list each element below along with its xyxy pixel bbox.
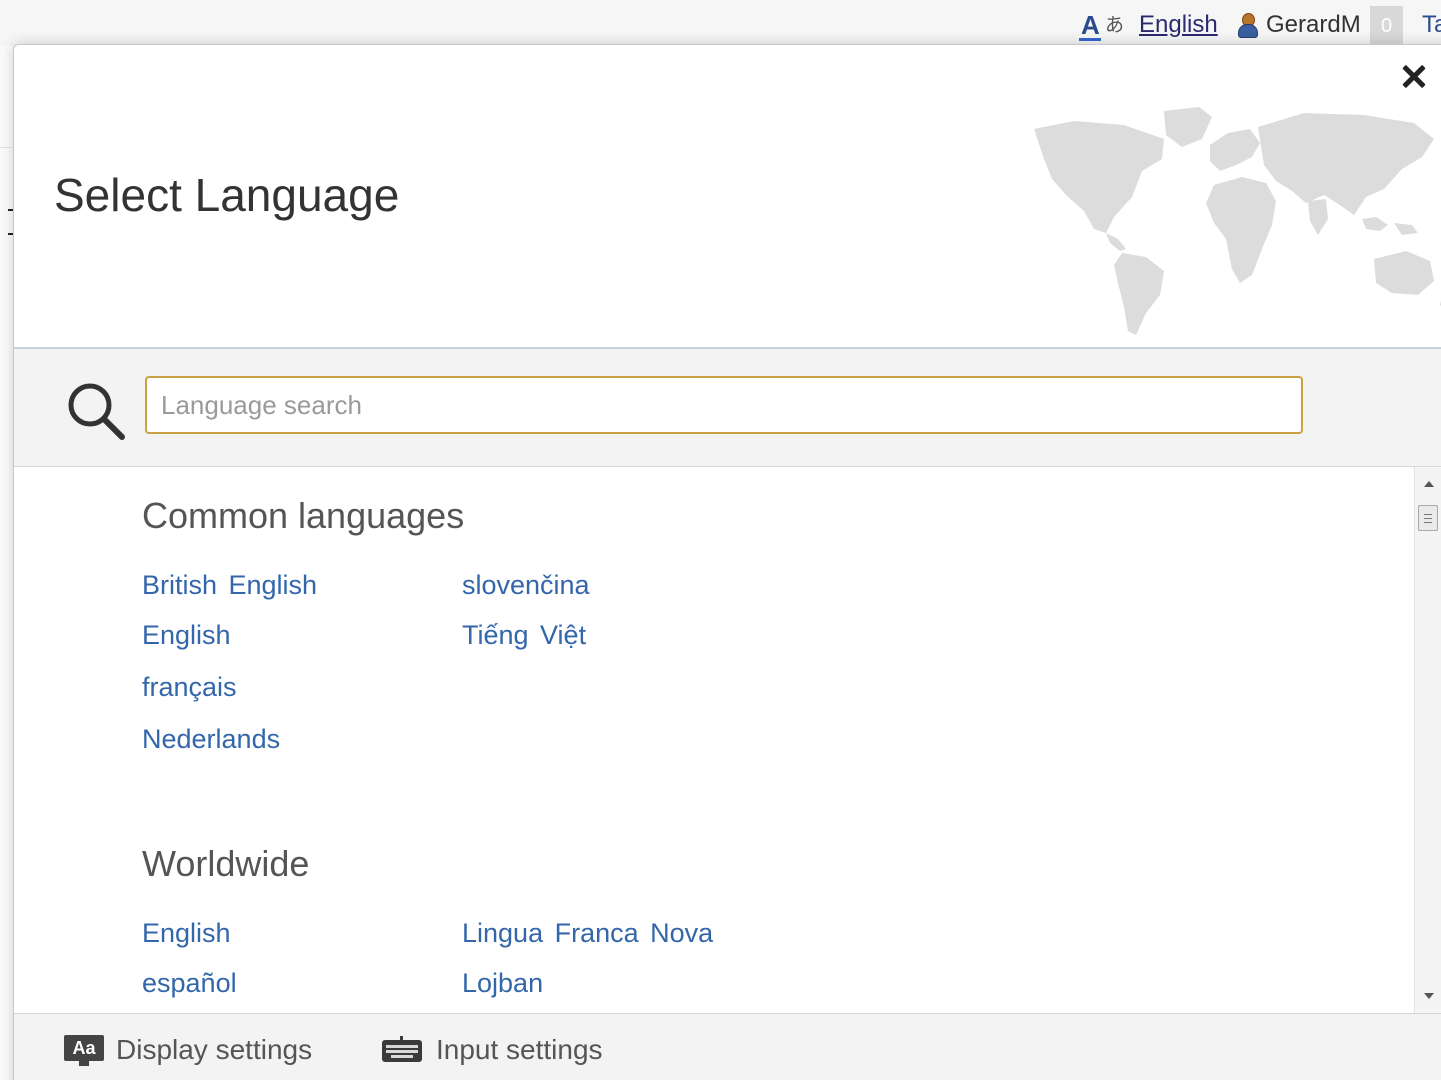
notification-badge[interactable]: 0 [1370, 6, 1403, 46]
language-link[interactable]: English [142, 619, 231, 651]
language-link[interactable]: français [142, 671, 237, 703]
dialog-footer: Aa Display settings Input settings [14, 1013, 1441, 1080]
section-title-common: Common languages [142, 495, 465, 536]
user-icon [1237, 12, 1258, 38]
scroll-thumb[interactable] [1418, 505, 1438, 531]
display-settings-icon: Aa [64, 1035, 104, 1066]
scroll-down-icon[interactable] [1424, 993, 1434, 999]
uls-trigger-link[interactable]: English [1139, 11, 1218, 39]
search-band [14, 349, 1441, 467]
display-settings-button[interactable]: Aa Display settings [64, 1034, 312, 1066]
language-search-input[interactable] [145, 376, 1303, 434]
close-icon[interactable] [1398, 59, 1434, 95]
user-menu[interactable]: GerardM [1237, 10, 1361, 40]
username-link[interactable]: GerardM [1266, 11, 1361, 39]
language-link[interactable]: Nederlands [142, 723, 280, 755]
input-settings-button[interactable]: Input settings [382, 1034, 603, 1066]
language-results: Common languages British English English… [14, 467, 1412, 1013]
scroll-up-icon[interactable] [1424, 481, 1434, 487]
results-scrollbar[interactable] [1414, 467, 1441, 1013]
input-settings-label: Input settings [436, 1034, 603, 1065]
language-link[interactable]: English [142, 917, 231, 949]
section-title-worldwide: Worldwide [142, 843, 310, 884]
language-link[interactable]: Lingua Franca Nova [462, 917, 713, 949]
dialog-header: Select Language [14, 45, 1441, 349]
background-divider [0, 147, 12, 148]
language-link[interactable]: British English [142, 569, 317, 601]
language-link[interactable]: Tiếng Việt [462, 619, 586, 651]
keyboard-icon [382, 1036, 424, 1064]
dialog-title: Select Language [54, 169, 400, 221]
language-link[interactable]: Lojban [462, 967, 543, 999]
search-icon [68, 383, 125, 440]
world-map [1034, 107, 1441, 335]
uls-trigger[interactable]: A あ English [1079, 10, 1218, 41]
language-selector-dialog: Select Language Language search Common l… [13, 44, 1441, 1080]
language-link[interactable]: español [142, 967, 237, 999]
personal-toolbar: A あ English GerardM 0 Ta [0, 0, 1441, 46]
talk-link[interactable]: Ta [1422, 10, 1441, 40]
display-settings-label: Display settings [116, 1034, 313, 1065]
language-link[interactable]: slovenčina [462, 569, 590, 601]
page: A あ English GerardM 0 Ta Select Language [0, 0, 1441, 1080]
language-aa-icon[interactable]: A あ [1079, 10, 1129, 41]
